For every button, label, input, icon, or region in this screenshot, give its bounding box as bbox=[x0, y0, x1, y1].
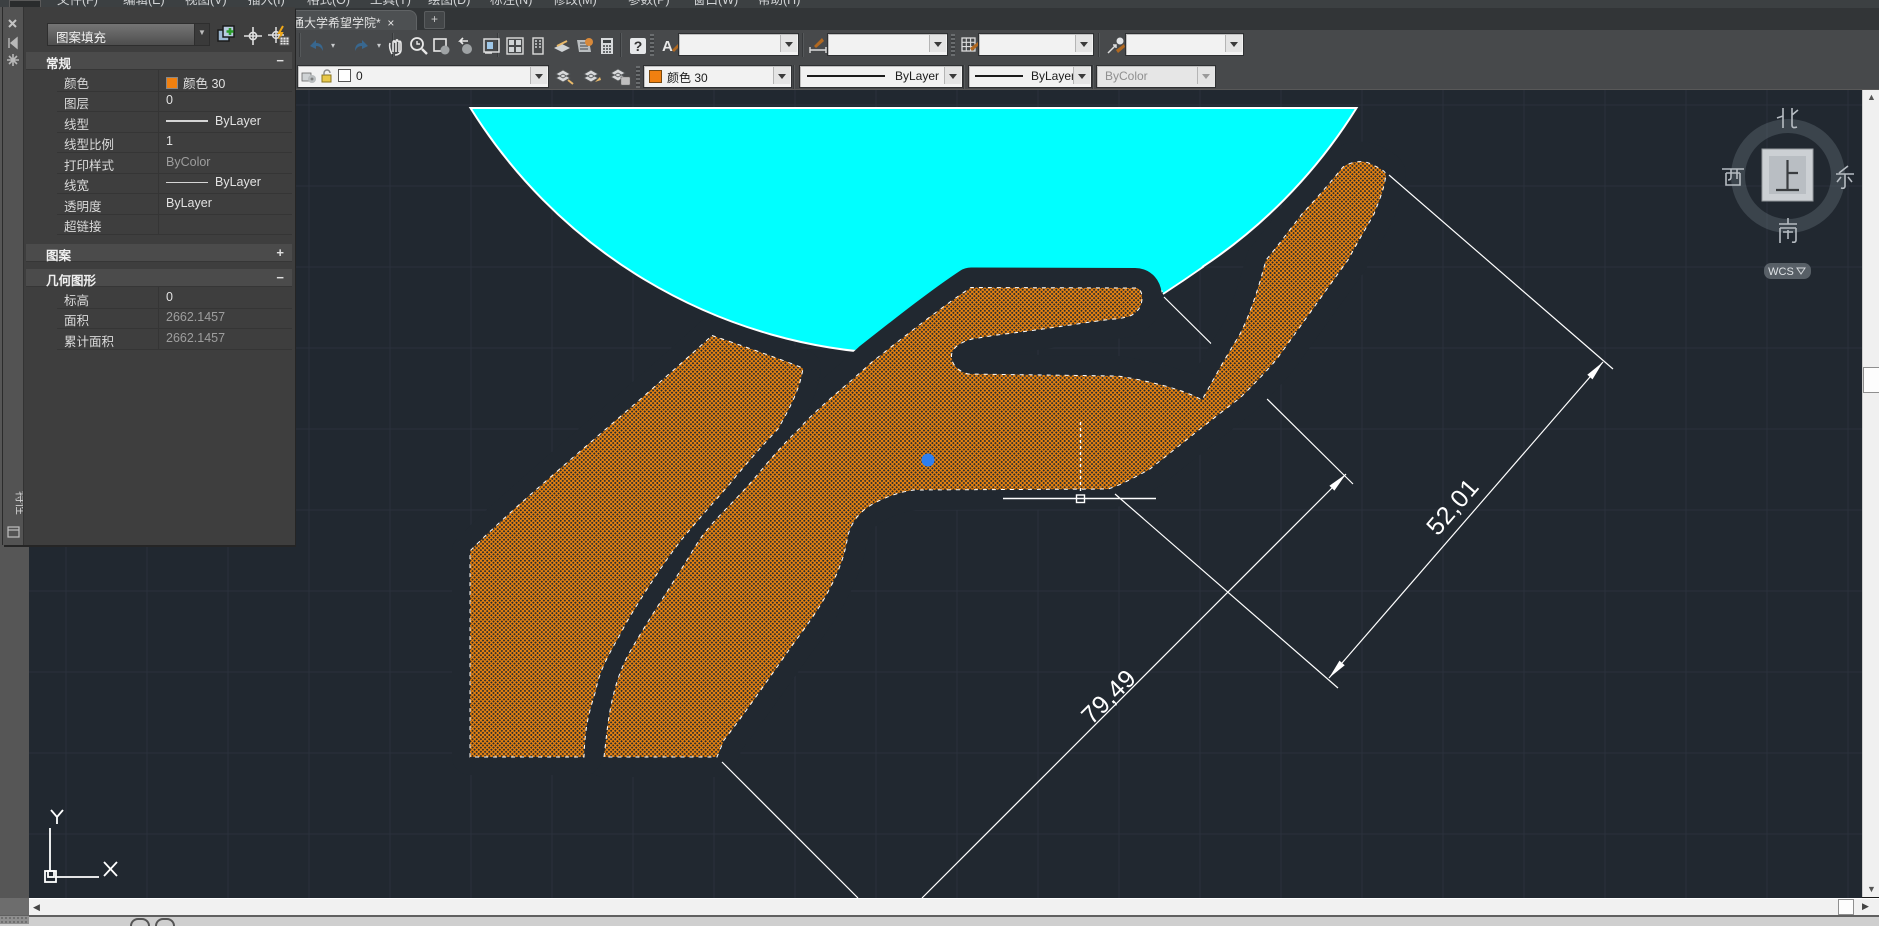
svg-text:WCS: WCS bbox=[1768, 266, 1794, 278]
svg-text:?: ? bbox=[634, 38, 643, 54]
svg-text:特性: 特性 bbox=[14, 491, 23, 515]
svg-text:A: A bbox=[662, 38, 673, 55]
